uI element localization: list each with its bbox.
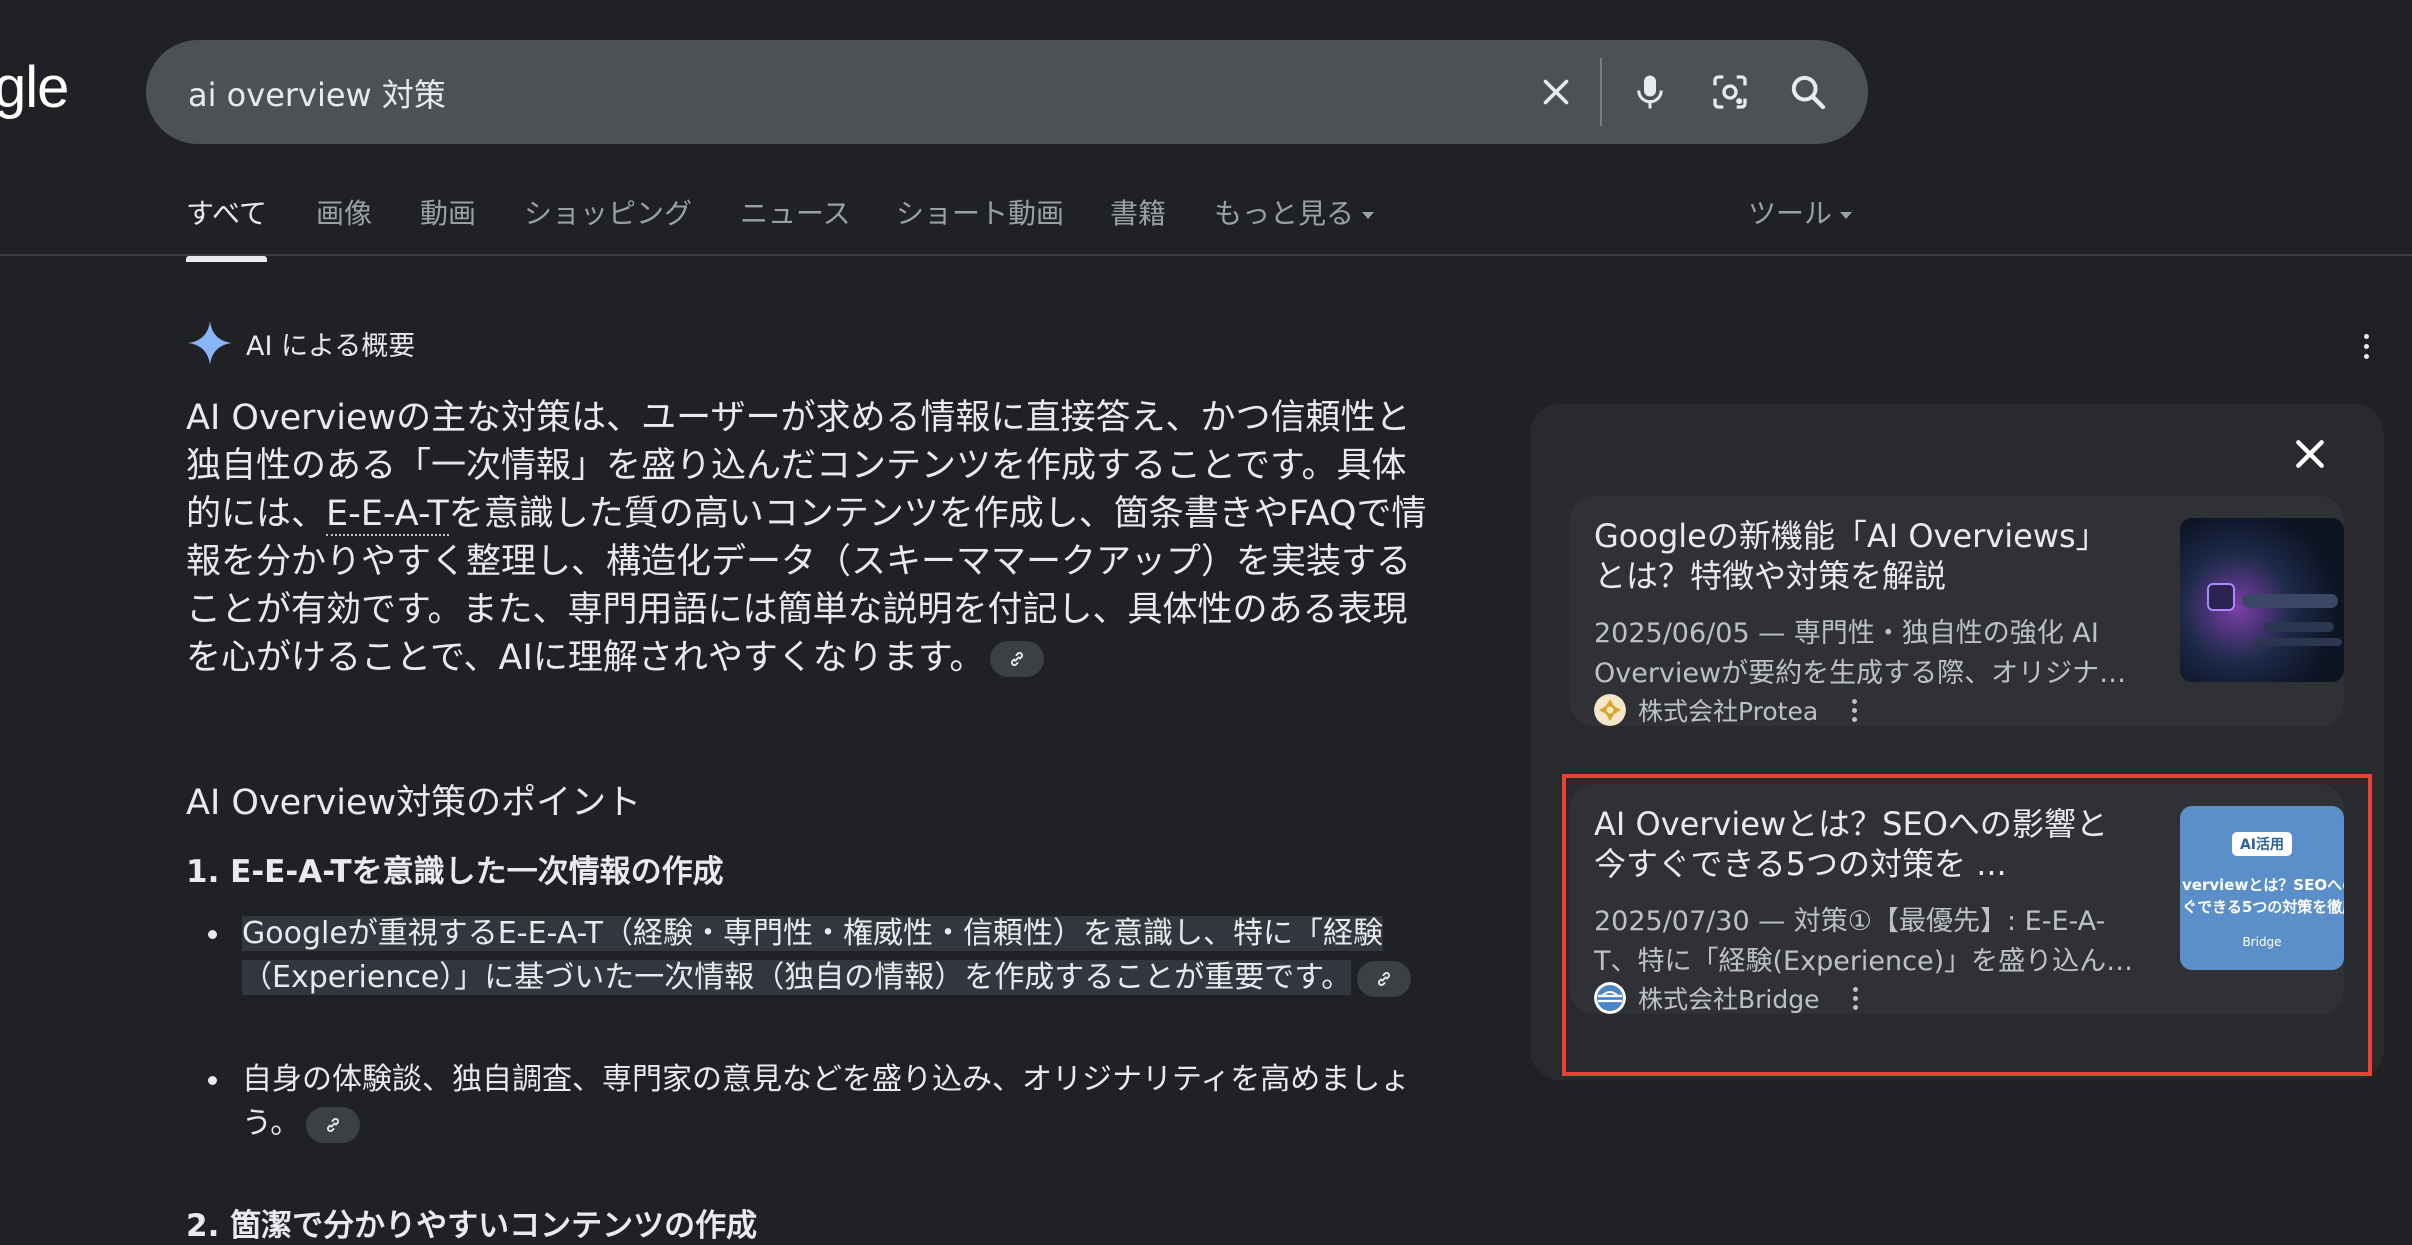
ai-overview-title: AI による概要 xyxy=(246,330,416,362)
ai-overview-header: AI による概要 xyxy=(186,318,415,368)
bridge-favicon-icon xyxy=(1594,982,1626,1014)
link-icon xyxy=(327,1117,340,1132)
tab-images[interactable]: 画像 xyxy=(316,192,372,232)
source-link-chip[interactable] xyxy=(1357,960,1412,997)
link-icon xyxy=(1378,971,1391,986)
section-title: AI Overview対策のポイント xyxy=(186,783,642,823)
bullet-dot xyxy=(208,930,217,939)
microphone-icon[interactable] xyxy=(1620,62,1680,122)
google-logo[interactable]: gle xyxy=(0,54,69,121)
camera-lens-icon[interactable] xyxy=(1700,62,1760,122)
source-more-options-icon[interactable] xyxy=(1844,693,1864,727)
search-bar[interactable]: ai overview 対策 xyxy=(146,40,1868,144)
tools-label: ツール xyxy=(1748,197,1833,230)
more-options-icon[interactable] xyxy=(2352,326,2380,366)
ai-sparkle-icon xyxy=(188,321,232,365)
tab-shopping[interactable]: ショッピング xyxy=(524,192,692,232)
thumb-brand-text: Bridge xyxy=(2242,935,2281,949)
thumb-caption-line: verviewとは？SEOへの影 xyxy=(2182,876,2344,894)
tab-news[interactable]: ニュース xyxy=(740,192,851,232)
tab-videos[interactable]: 動画 xyxy=(420,192,476,232)
tab-more[interactable]: もっと見る xyxy=(1214,192,1375,232)
source-card[interactable]: AI Overviewとは？SEOへの影響と今すぐできる5つの対策を ... 2… xyxy=(1570,784,2344,1014)
chevron-down-icon xyxy=(1362,211,1375,219)
list-item: 自身の体験談、独自調査、専門家の意見などを盛り込み、オリジナリティを高めましょう… xyxy=(208,1058,1442,1146)
source-card-title[interactable]: Googleの新機能「AI Overviews」とは？特徴や対策を解説 xyxy=(1594,516,2134,596)
search-icon[interactable] xyxy=(1778,62,1838,122)
source-more-options-icon[interactable] xyxy=(1846,981,1866,1015)
link-icon xyxy=(1011,652,1024,666)
source-card[interactable]: Googleの新機能「AI Overviews」とは？特徴や対策を解説 2025… xyxy=(1570,496,2344,726)
tab-all[interactable]: すべて xyxy=(186,192,267,262)
snippet-line: 2025/07/30 — 対策①【最優先】: E-E-A- xyxy=(1594,906,2106,937)
bullet-text: 自身の体験談、独自調査、専門家の意見などを盛り込み、オリジナリティを高めましょう… xyxy=(242,1062,1411,1141)
source-card-snippet: 2025/06/05 — 専門性・独自性の強化 AI Overviewが要約を生… xyxy=(1594,614,2134,694)
search-input[interactable]: ai overview 対策 xyxy=(188,70,446,116)
source-card-snippet: 2025/07/30 — 対策①【最優先】: E-E-A- T、特に「経験(Ex… xyxy=(1594,902,2134,982)
snippet-line: Overviewが要約を生成する際、オリジナリティのある情報を xyxy=(1594,658,2134,689)
search-divider xyxy=(1600,58,1602,126)
source-thumbnail[interactable]: AI活用 verviewとは？SEOへの影 ぐできる5つの対策を徹底 Bridg… xyxy=(2180,806,2344,970)
bullet-text-highlighted: Googleが重視するE-E-A-T（経験・専門性・権威性・信頼性）を意識し、特… xyxy=(242,916,1383,995)
tab-books[interactable]: 書籍 xyxy=(1110,192,1166,232)
tab-short-videos[interactable]: ショート動画 xyxy=(896,192,1064,232)
subsection-title: 1. E-E-A-Tを意識した一次情報の作成 xyxy=(186,854,724,890)
source-thumbnail[interactable] xyxy=(2180,518,2344,682)
snippet-line: T、特に「経験(Experience)」を盛り込んだコンテンツ xyxy=(1594,946,2134,977)
source-link-chip[interactable] xyxy=(306,1106,361,1143)
source-card-title[interactable]: AI Overviewとは？SEOへの影響と今すぐできる5つの対策を ... xyxy=(1594,804,2134,884)
protea-favicon-icon xyxy=(1594,694,1626,726)
source-link-chip[interactable] xyxy=(990,641,1045,677)
bullet-dot xyxy=(208,1076,217,1085)
chevron-down-icon xyxy=(1840,211,1853,219)
source-name: 株式会社Bridge xyxy=(1638,985,1820,1014)
tab-more-label: もっと見る xyxy=(1214,197,1355,230)
sources-panel: Googleの新機能「AI Overviews」とは？特徴や対策を解説 2025… xyxy=(1530,404,2384,1080)
source-name: 株式会社Protea xyxy=(1638,697,1819,726)
thumb-badge-text: AI活用 xyxy=(2240,836,2284,853)
eeat-term-link[interactable]: E-E-A-T xyxy=(326,494,449,536)
source-site: 株式会社Protea xyxy=(1594,692,1864,728)
list-item: Googleが重視するE-E-A-T（経験・専門性・権威性・信頼性）を意識し、特… xyxy=(208,912,1442,1000)
clear-icon[interactable] xyxy=(1526,62,1586,122)
ai-overview-summary: AI Overviewの主な対策は、ユーザーが求める情報に直接答え、かつ信頼性と… xyxy=(186,394,1440,682)
close-icon[interactable] xyxy=(2278,422,2342,486)
search-tabs: すべて 画像 動画 ショッピング ニュース ショート動画 書籍 もっと見る ツー… xyxy=(0,190,2412,262)
source-site: 株式会社Bridge xyxy=(1594,980,1866,1016)
snippet-line: 2025/06/05 — 専門性・独自性の強化 AI xyxy=(1594,618,2099,649)
thumb-caption-line: ぐできる5つの対策を徹底 xyxy=(2182,898,2344,916)
next-subsection-title: 2. 箇潔で分かりやすいコンテンツの作成 xyxy=(186,1208,758,1244)
tools-button[interactable]: ツール xyxy=(1748,192,1853,232)
